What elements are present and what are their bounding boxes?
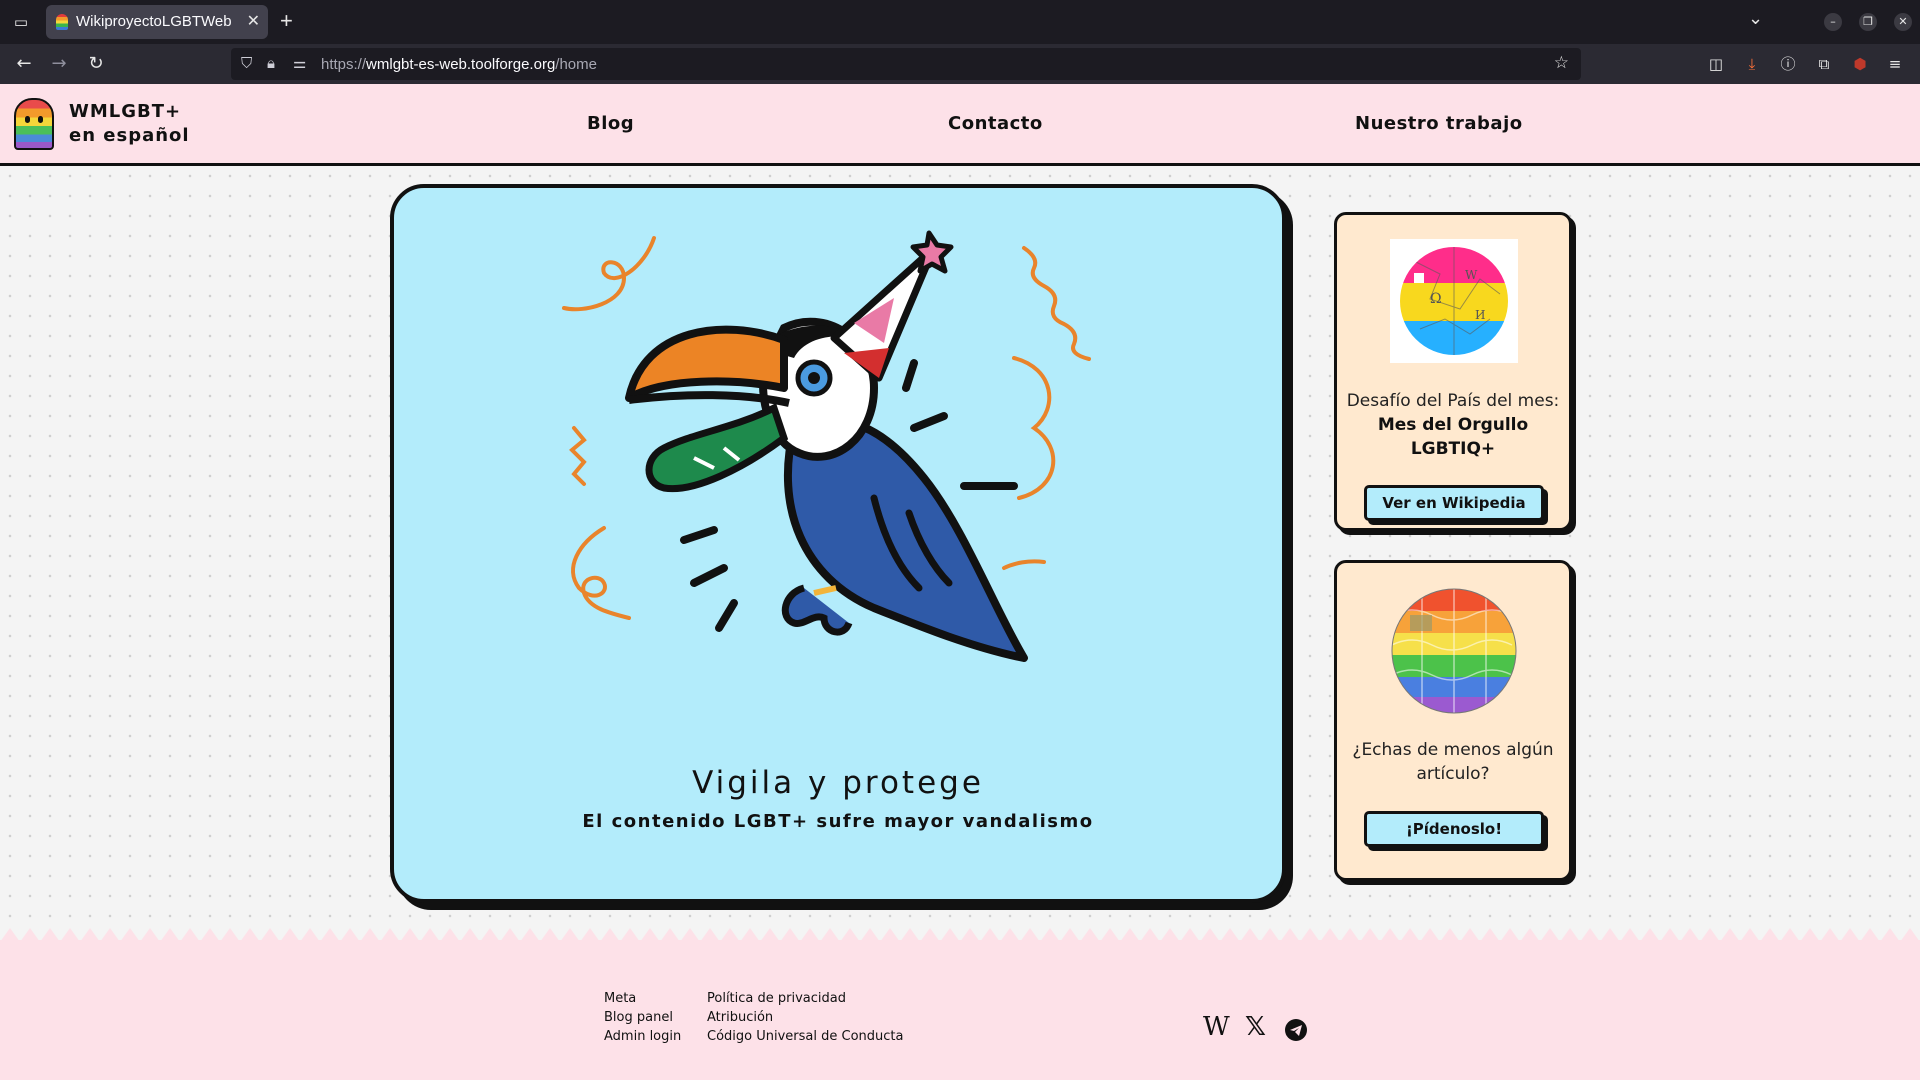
pan-flag-wikipedia-globe-image: Ω W И xyxy=(1390,239,1518,363)
footer-link-blog-panel[interactable]: Blog panel xyxy=(604,1010,673,1025)
logo-line-1: WMLGBT+ xyxy=(69,101,182,122)
footer-link-privacy[interactable]: Política de privacidad xyxy=(707,991,846,1006)
footer: Meta Blog panel Admin login Política de … xyxy=(0,940,1920,1080)
footer-link-meta[interactable]: Meta xyxy=(604,991,636,1006)
svg-text:И: И xyxy=(1475,308,1485,322)
browser-tab[interactable]: WikiproyectoLGBTWeb ✕ xyxy=(46,5,268,39)
footer-link-attribution[interactable]: Atribución xyxy=(707,1010,773,1025)
bookmark-star-icon[interactable]: ☆ xyxy=(1554,53,1569,73)
browser-nav-bar: ← → ↻ ⛉ 🔒︎ ⚌ https://wmlgbt-es-web.toolf… xyxy=(0,44,1920,84)
request-article-card: ¿Echas de menos algún artículo? ¡Pídenos… xyxy=(1334,560,1572,881)
reload-icon[interactable]: ↻ xyxy=(84,52,108,76)
party-toucan-illustration xyxy=(562,230,1091,662)
tab-list-icon[interactable]: ▭ xyxy=(10,11,32,33)
site-header: WMLGBT+ en español Blog Contacto Nuestro… xyxy=(0,84,1920,166)
minimize-icon[interactable]: – xyxy=(1824,13,1842,31)
request-article-button[interactable]: ¡Pídenoslo! xyxy=(1364,811,1544,847)
url-bar[interactable]: ⛉ 🔒︎ ⚌ https://wmlgbt-es-web.toolforge.o… xyxy=(231,48,1581,80)
hero-title: Vigila y protege xyxy=(692,765,984,801)
shield-icon[interactable]: ⛉ xyxy=(241,54,252,72)
hamburger-menu-icon[interactable]: ≡ xyxy=(1885,54,1905,74)
tab-title: WikiproyectoLGBTWeb xyxy=(76,13,232,30)
tab-favicon-icon xyxy=(56,14,68,30)
hero-subtitle: El contenido LGBT+ sufre mayor vandalism… xyxy=(582,811,1094,832)
forward-icon[interactable]: → xyxy=(47,52,71,76)
browser-tab-bar: ▭ WikiproyectoLGBTWeb ✕ + ⌄ – ❐ ✕ xyxy=(0,0,1920,44)
footer-link-admin-login[interactable]: Admin login xyxy=(604,1029,681,1044)
restore-icon[interactable]: ❐ xyxy=(1859,13,1877,31)
logo-line-2: en español xyxy=(69,125,190,146)
back-icon[interactable]: ← xyxy=(12,52,36,76)
svg-text:W: W xyxy=(1465,268,1478,282)
challenge-card: Ω W И Desafío del País del mes: Mes del … xyxy=(1334,212,1572,531)
url-text[interactable]: https://wmlgbt-es-web.toolforge.org/home xyxy=(321,56,597,73)
site-logo-text[interactable]: WMLGBT+ en español xyxy=(69,100,190,148)
challenge-text: Desafío del País del mes: Mes del Orgull… xyxy=(1346,391,1560,459)
lock-icon[interactable]: 🔒︎ xyxy=(267,54,275,72)
ublock-icon[interactable]: ⬢ xyxy=(1850,54,1870,74)
request-text: ¿Echas de menos algún artículo? xyxy=(1352,740,1554,784)
pocket-icon[interactable]: ◫ xyxy=(1706,54,1726,74)
info-extension-icon[interactable]: ⓘ xyxy=(1778,54,1798,74)
telegram-icon[interactable] xyxy=(1284,1015,1308,1045)
chevron-down-icon[interactable]: ⌄ xyxy=(1748,8,1763,29)
hero-card: Vigila y protege El contenido LGBT+ sufr… xyxy=(390,184,1286,903)
nav-contacto[interactable]: Contacto xyxy=(948,113,1043,134)
new-tab-icon[interactable]: + xyxy=(280,8,293,34)
nav-nuestro-trabajo[interactable]: Nuestro trabajo xyxy=(1355,113,1523,134)
tab-close-icon[interactable]: ✕ xyxy=(247,11,260,30)
footer-zigzag-edge xyxy=(0,928,1920,942)
view-on-wikipedia-button[interactable]: Ver en Wikipedia xyxy=(1364,485,1544,521)
downloads-icon[interactable]: ⤓ xyxy=(1742,54,1762,74)
permissions-icon[interactable]: ⚌ xyxy=(293,54,306,72)
footer-link-code-of-conduct[interactable]: Código Universal de Conducta xyxy=(707,1029,903,1044)
nav-blog[interactable]: Blog xyxy=(587,113,634,134)
x-icon[interactable]: 𝕏 xyxy=(1245,1012,1266,1042)
wikipedia-icon[interactable]: W xyxy=(1203,1012,1230,1042)
rainbow-wikipedia-globe-image xyxy=(1391,588,1517,714)
close-window-icon[interactable]: ✕ xyxy=(1894,13,1912,31)
svg-text:Ω: Ω xyxy=(1430,291,1442,307)
ghost-logo-icon[interactable] xyxy=(14,98,54,150)
extensions-icon[interactable]: ⧉ xyxy=(1814,54,1834,74)
